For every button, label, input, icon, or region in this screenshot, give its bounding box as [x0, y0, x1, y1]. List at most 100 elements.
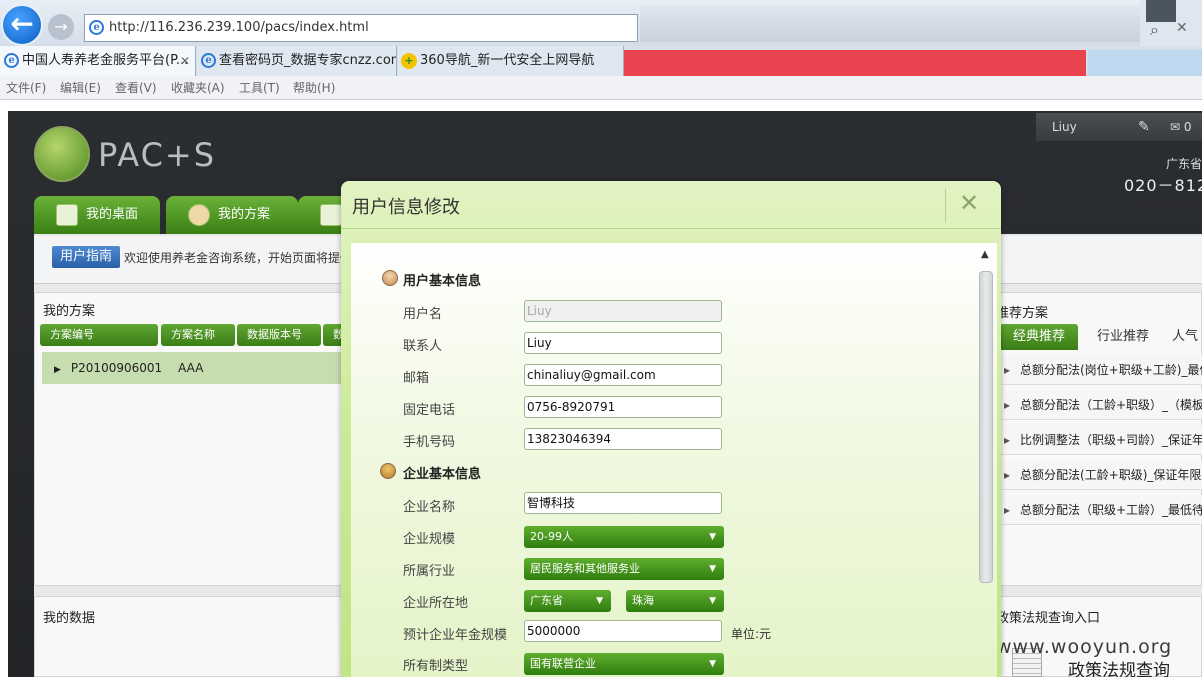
tab-filler: [1088, 50, 1202, 76]
province-select[interactable]: 广东省: [524, 590, 611, 612]
table-row[interactable]: ▶ P20100906001 AAA: [42, 352, 342, 384]
my-plans-title: 我的方案: [43, 304, 96, 319]
address-bar[interactable]: e http://116.236.239.100/pacs/index.html: [84, 14, 638, 42]
ownership-select[interactable]: 国有联营企业: [524, 653, 724, 675]
annuity-label: 预计企业年金规模: [403, 628, 508, 643]
email-label: 邮箱: [403, 371, 430, 386]
column-data-version[interactable]: 数据版本号: [237, 324, 321, 346]
forward-arrow-icon[interactable]: →: [48, 14, 74, 40]
menu-help[interactable]: 帮助(H): [293, 76, 335, 100]
tab-pacs[interactable]: e 中国人寿养老金服务平台(P... ✕: [0, 46, 196, 76]
list-item[interactable]: 总额分配法（职级+工龄）_最低待: [1000, 495, 1202, 525]
close-icon[interactable]: ✕: [959, 189, 979, 217]
column-plan-id[interactable]: 方案编号: [40, 324, 158, 346]
username-label: 用户名: [403, 307, 443, 322]
logo-icon: [34, 126, 90, 182]
menu-view[interactable]: 查看(V): [115, 76, 157, 100]
header-divider: [945, 189, 946, 223]
database-icon: [320, 204, 342, 226]
nav-my-desktop[interactable]: 我的桌面: [34, 196, 160, 234]
ie-icon: e: [89, 20, 104, 35]
360-icon: +: [401, 53, 417, 69]
modal-header: 用户信息修改 ✕: [341, 181, 1001, 229]
menu-edit[interactable]: 编辑(E): [60, 76, 101, 100]
list-item[interactable]: 比例调整法（职级+司龄）_保证年: [1000, 425, 1202, 455]
tab-label: 360导航_新一代安全上网导航: [420, 53, 595, 68]
tel-input[interactable]: 0756-8920791: [524, 396, 722, 418]
contact-input[interactable]: Liuy: [524, 332, 722, 354]
username-input: Liuy: [524, 300, 722, 322]
industry-select[interactable]: 居民服务和其他服务业: [524, 558, 724, 580]
region-label: 广东省: [1166, 157, 1202, 171]
tab-label: 查看密码页_数据专家cnzz.com: [219, 53, 397, 68]
search-icon[interactable]: ⌕: [1150, 20, 1159, 40]
company-label: 企业名称: [403, 500, 456, 515]
mail-icon[interactable]: ✉ 0: [1170, 113, 1192, 141]
nav-label: 我的方案: [218, 207, 271, 222]
tab-industry[interactable]: 行业推荐: [1084, 324, 1162, 350]
company-input[interactable]: 智博科技: [524, 492, 722, 514]
notification-bar: [624, 50, 1086, 76]
plan-id: P20100906001: [70, 361, 163, 375]
policy-link[interactable]: 政策法规查询: [1068, 656, 1170, 677]
person-icon: [188, 204, 210, 226]
my-data-title: 我的数据: [43, 611, 96, 626]
tab-cnzz[interactable]: e 查看密码页_数据专家cnzz.com: [197, 46, 397, 76]
list-item[interactable]: 总额分配法(工龄+职级)_保证年限-: [1000, 460, 1202, 490]
ie-icon: e: [4, 53, 19, 68]
phone-number: 020－8129: [1124, 176, 1202, 195]
email-input[interactable]: chinaliuy@gmail.com: [524, 364, 722, 386]
close-icon[interactable]: ✕: [180, 46, 190, 76]
nav-my-plans[interactable]: 我的方案: [166, 196, 298, 234]
size-select[interactable]: 20-99人: [524, 526, 724, 548]
address-url: http://116.236.239.100/pacs/index.html: [109, 20, 369, 35]
mail-count: 0: [1183, 120, 1192, 134]
company-section-title: 企业基本信息: [403, 467, 482, 482]
mobile-input[interactable]: 13823046394: [524, 428, 722, 450]
tel-label: 固定电话: [403, 403, 456, 418]
pencil-icon[interactable]: ✎: [1138, 113, 1150, 141]
scroll-up-icon[interactable]: ▲: [981, 249, 989, 260]
annuity-input[interactable]: 5000000: [524, 620, 722, 642]
back-arrow-icon[interactable]: ←: [1, 4, 43, 46]
size-label: 企业规模: [403, 532, 456, 547]
plan-name: AAA: [178, 361, 204, 375]
user-bar: Liuy ✎ ✉ 0: [1036, 113, 1202, 141]
menu-file[interactable]: 文件(F): [6, 76, 46, 100]
stop-icon[interactable]: ✕: [1176, 20, 1188, 36]
annuity-unit: 单位:元: [731, 627, 772, 641]
tab-360[interactable]: + 360导航_新一代安全上网导航: [398, 46, 624, 76]
column-plan-name[interactable]: 方案名称: [161, 324, 235, 346]
tab-classic[interactable]: 经典推荐: [1000, 324, 1078, 350]
user-icon: [382, 270, 398, 286]
city-select[interactable]: 珠海: [626, 590, 724, 612]
menu-bar: 文件(F) 编辑(E) 查看(V) 收藏夹(A) 工具(T) 帮助(H): [0, 76, 1202, 100]
app-logo: PAC+S: [98, 136, 217, 174]
list-item[interactable]: 总额分配法（工龄+职级）_（模板: [1000, 390, 1202, 420]
ownership-label: 所有制类型: [403, 659, 469, 674]
desktop-icon: [56, 204, 78, 226]
group-icon: [380, 463, 396, 479]
toolbar-background: [640, 6, 1140, 42]
tab-label: 中国人寿养老金服务平台(P...: [22, 53, 189, 68]
menu-tools[interactable]: 工具(T): [239, 76, 280, 100]
mobile-label: 手机号码: [403, 435, 456, 450]
watermark: www.wooyun.org: [996, 636, 1173, 658]
scrollbar[interactable]: ▲: [978, 249, 994, 677]
welcome-text: 欢迎使用养老金咨询系统，开始页面将提供您: [124, 251, 342, 265]
scroll-thumb[interactable]: [979, 271, 993, 583]
ie-icon: e: [201, 53, 216, 68]
list-item[interactable]: 总额分配法(岗位+职级+工龄)_最低: [1000, 355, 1202, 385]
industry-label: 所属行业: [403, 564, 456, 579]
contact-label: 联系人: [403, 339, 443, 354]
tab-popular[interactable]: 人气: [1168, 324, 1202, 350]
thumbnail-icon: [1146, 0, 1176, 22]
location-label: 企业所在地: [403, 596, 469, 611]
nav-label: 我的桌面: [86, 207, 139, 222]
browser-chrome: ← → e http://116.236.239.100/pacs/index.…: [0, 0, 1202, 100]
expand-arrow-icon[interactable]: ▶: [54, 365, 61, 375]
menu-favorites[interactable]: 收藏夹(A): [171, 76, 225, 100]
user-guide-button[interactable]: 用户指南: [52, 246, 120, 268]
modal-title: 用户信息修改: [352, 197, 460, 218]
user-name[interactable]: Liuy: [1052, 113, 1077, 141]
